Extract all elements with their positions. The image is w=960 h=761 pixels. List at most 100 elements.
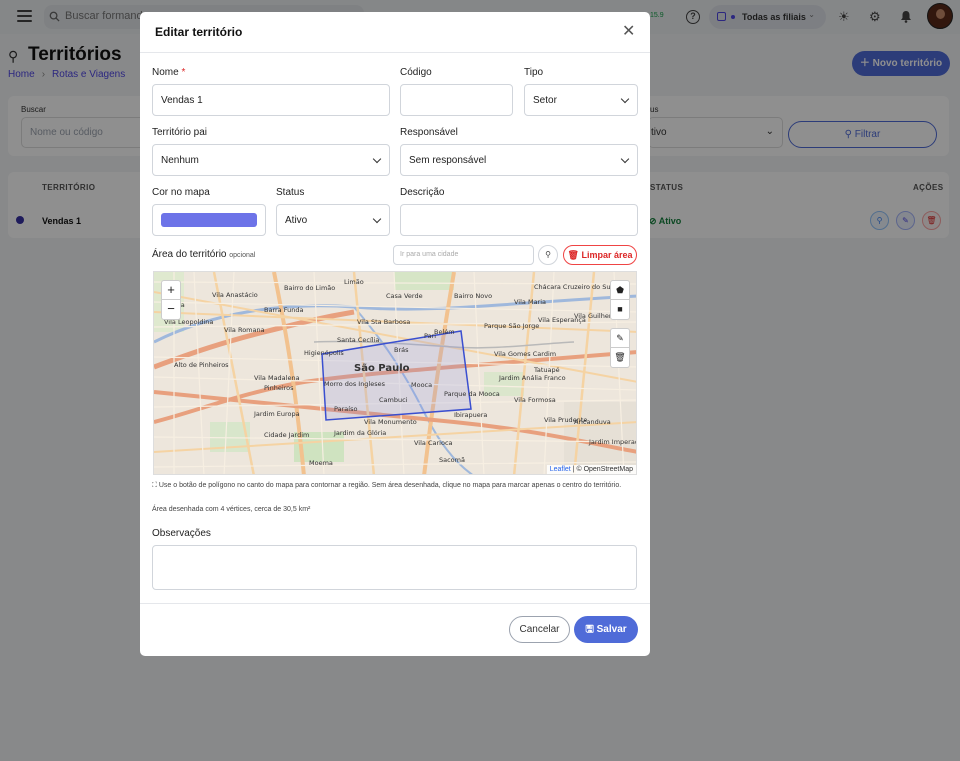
map-attribution: Leaflet | © OpenStreetMap	[546, 465, 636, 474]
map-place-label: Vila Anastácio	[212, 291, 258, 299]
map-place-label: Casa Verde	[386, 292, 423, 300]
parent-label: Território pai	[152, 127, 208, 138]
save-label: Salvar	[596, 624, 627, 635]
map-place-label: Paraíso	[334, 405, 357, 413]
map-place-label: Santa Cecília	[337, 336, 379, 344]
city-search-input[interactable]: Ir para uma cidade	[393, 245, 534, 265]
name-label: Nome *	[152, 67, 186, 78]
responsible-value: Sem responsável	[409, 155, 487, 166]
code-field[interactable]	[400, 84, 513, 116]
map-place-label: Jardim Anália Franco	[498, 374, 566, 382]
map-place-label: Mooca	[411, 381, 432, 389]
map-place-label: Limão	[344, 278, 364, 286]
draw-info-icon: ⛶	[152, 482, 159, 489]
osm-attribution[interactable]: | © OpenStreetMap	[573, 466, 633, 473]
status-label: Status	[276, 187, 305, 198]
map-place-label: Vila Maria	[514, 298, 546, 306]
zoom-out-button[interactable]: −	[162, 300, 180, 319]
chevron-down-icon	[372, 154, 382, 164]
status-value: Ativo	[285, 215, 308, 226]
dialog-title: Editar território	[155, 25, 243, 39]
map-place-label: Jardim da Glória	[333, 429, 386, 437]
footer-divider	[140, 603, 650, 604]
optional-tag: opcional	[229, 252, 256, 259]
header-divider	[140, 52, 650, 53]
map-place-label: Barra Funda	[264, 306, 303, 314]
parent-value: Nenhum	[161, 155, 199, 166]
map-place-label: Chácara Cruzeiro do Sul	[534, 283, 612, 291]
map-place-label: Vila Romana	[224, 326, 265, 334]
map-place-label: Vila Madalena	[254, 374, 300, 382]
map-place-label: Ibirapuera	[454, 411, 487, 419]
status-select[interactable]: Ativo	[276, 204, 390, 236]
area-label: Área do território opcional	[152, 249, 256, 260]
code-label: Código	[400, 67, 432, 78]
territory-map[interactable]: Vila Anastácio Bairro do Limão Limão Casa V…	[153, 271, 637, 475]
trash-icon: 🗑	[567, 250, 582, 260]
map-place-label: Parque São Jorge	[484, 322, 539, 330]
city-search-placeholder: Ir para uma cidade	[400, 251, 459, 258]
save-button[interactable]: 🖫 Salvar	[574, 616, 638, 643]
map-place-label: Vila Monumento	[364, 418, 417, 426]
edit-layer-icon[interactable]: ✎	[611, 329, 629, 348]
map-hint-text: Use o botão de polígono no canto do mapa…	[158, 482, 622, 489]
description-field[interactable]	[400, 204, 638, 236]
name-field[interactable]: Vendas 1	[152, 84, 390, 116]
color-label: Cor no mapa	[152, 187, 210, 198]
map-place-label: São Paulo	[354, 363, 410, 374]
map-place-label: Vila Formosa	[514, 396, 556, 404]
responsible-label: Responsável	[400, 127, 458, 138]
map-place-label: Jardim Imperador	[588, 438, 637, 446]
type-select[interactable]: Setor	[524, 84, 638, 116]
clear-area-button[interactable]: 🗑 Limpar área	[563, 245, 637, 265]
map-place-label: Sacomã	[439, 456, 465, 464]
cancel-button[interactable]: Cancelar	[509, 616, 570, 643]
draw-toolbar: ⬟ ■	[610, 280, 630, 320]
edit-territory-dialog: Editar território ✕ Nome * Vendas 1 Códi…	[140, 12, 650, 656]
map-tiles: Vila Anastácio Bairro do Limão Limão Casa V…	[154, 272, 637, 474]
map-place-label: Pinheiros	[264, 384, 294, 392]
chevron-down-icon	[620, 94, 630, 104]
map-hint: ⛶ Use o botão de polígono no canto do ma…	[152, 481, 638, 491]
leaflet-link[interactable]: Leaflet	[550, 466, 571, 473]
edit-toolbar: ✎ 🗑	[610, 328, 630, 368]
responsible-select[interactable]: Sem responsável	[400, 144, 638, 176]
type-value: Setor	[533, 95, 557, 106]
close-icon[interactable]: ✕	[622, 24, 635, 40]
rectangle-draw-icon[interactable]: ■	[611, 300, 629, 319]
save-icon: 🖫	[585, 624, 597, 635]
search-icon: ⚲	[545, 250, 551, 259]
parent-select[interactable]: Nenhum	[152, 144, 390, 176]
map-place-label: Cidade Jardim	[264, 431, 309, 439]
chevron-down-icon	[372, 214, 382, 224]
map-place-label: Bairro Novo	[454, 292, 492, 300]
description-label: Descrição	[400, 187, 445, 198]
map-place-label: Vila Gomes Cardim	[494, 350, 556, 358]
city-search-button[interactable]: ⚲	[538, 245, 558, 265]
map-place-label: Alto de Pinheiros	[174, 361, 229, 369]
map-place-label: Moema	[309, 459, 333, 467]
map-place-label: Vila Carioca	[414, 439, 453, 447]
map-place-label: Belém	[434, 328, 455, 336]
map-place-label: Morro dos Ingleses	[324, 380, 386, 388]
zoom-in-button[interactable]: +	[162, 281, 180, 300]
clear-area-label: Limpar área	[581, 250, 633, 260]
name-value: Vendas 1	[161, 95, 203, 106]
map-place-label: Vila Sta Barbosa	[357, 318, 410, 326]
chevron-down-icon	[620, 154, 630, 164]
delete-layer-icon[interactable]: 🗑	[611, 348, 629, 367]
zoom-control: + −	[161, 280, 181, 320]
map-place-label: Brás	[394, 346, 409, 354]
map-place-label: Cambuci	[379, 396, 408, 404]
map-place-label: Higienópolis	[304, 349, 344, 357]
observations-label: Observações	[152, 528, 211, 539]
type-label: Tipo	[524, 67, 544, 78]
drawn-area-info: Área desenhada com 4 vértices, cerca de …	[152, 506, 311, 513]
map-place-label: Parque da Mooca	[444, 390, 500, 398]
observations-textarea[interactable]	[152, 545, 637, 590]
color-swatch	[161, 213, 257, 227]
color-picker[interactable]	[152, 204, 266, 236]
map-place-label: Tatuapé	[533, 366, 560, 374]
polygon-draw-icon[interactable]: ⬟	[611, 281, 629, 300]
map-place-label: Bairro do Limão	[284, 284, 335, 292]
